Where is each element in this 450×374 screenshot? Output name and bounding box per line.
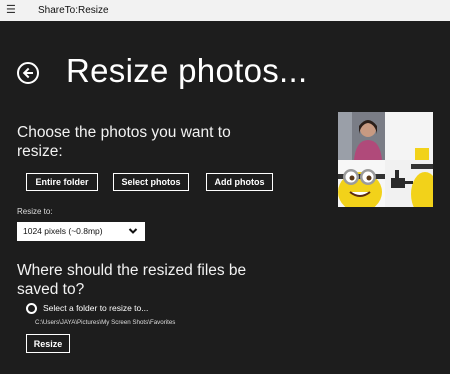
select-folder-radio[interactable] (26, 303, 37, 314)
thumbnail-minion-thumbsup-photo (385, 160, 433, 207)
dropdown-selected-value: 1024 pixels (~0.8mp) (23, 226, 103, 236)
photo-thumbnails (338, 112, 433, 207)
title-bar: ☰ ShareTo:Resize (0, 0, 450, 21)
app-title: ShareTo:Resize (38, 5, 109, 16)
folder-path: C:\Users\JAYA\Pictures\My Screen Shots\F… (35, 319, 176, 326)
thumbnail-minion-photo (338, 160, 385, 207)
page-title: Resize photos... (66, 52, 308, 89)
resize-size-dropdown[interactable]: 1024 pixels (~0.8mp) (17, 222, 145, 241)
back-button[interactable] (17, 62, 39, 84)
back-arrow-icon (22, 67, 33, 79)
add-photos-button[interactable]: Add photos (206, 173, 273, 191)
select-photos-button[interactable]: Select photos (113, 173, 189, 191)
hamburger-icon[interactable]: ☰ (6, 4, 16, 16)
thumbnail-white-photo (385, 112, 433, 160)
choose-photos-heading: Choose the photos you want to resize: (17, 124, 231, 160)
resize-button[interactable]: Resize (26, 334, 70, 353)
chevron-down-icon (128, 228, 138, 234)
entire-folder-button[interactable]: Entire folder (26, 173, 98, 191)
thumbnail-person-photo (338, 112, 385, 160)
resize-to-label: Resize to: (17, 207, 53, 216)
select-folder-label[interactable]: Select a folder to resize to... (43, 303, 148, 313)
save-location-heading: Where should the resized files be saved … (17, 262, 247, 298)
